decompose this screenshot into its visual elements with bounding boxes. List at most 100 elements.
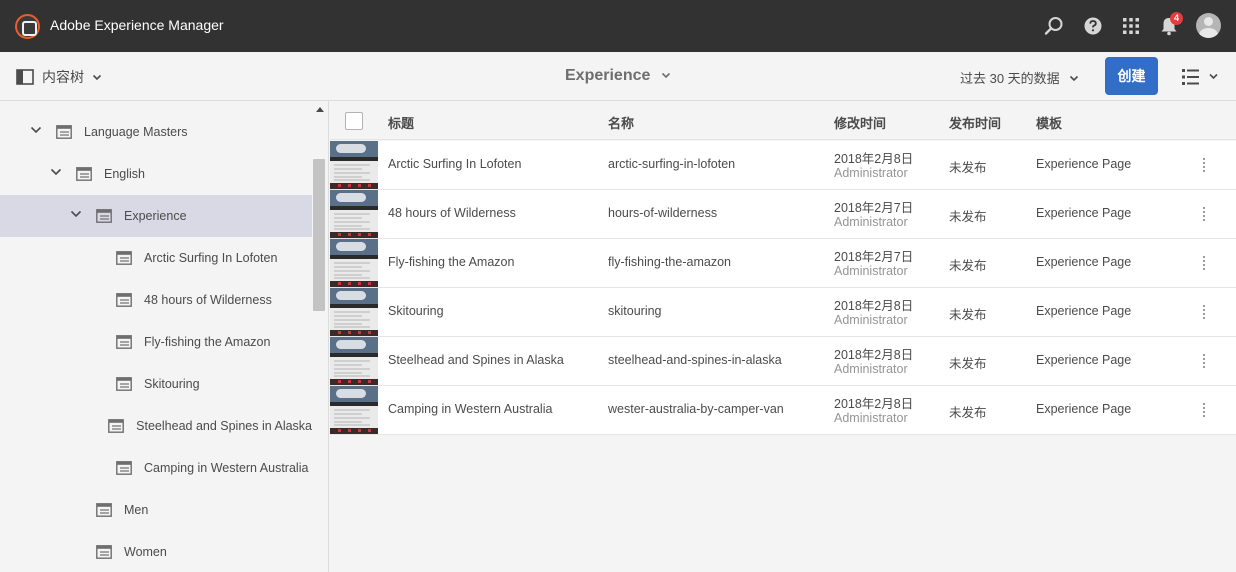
row-title: Camping in Western Australia (388, 402, 553, 416)
chevron-down-icon[interactable] (30, 123, 42, 141)
notification-badge[interactable]: 4 (1170, 12, 1183, 25)
scroll-up-arrow-icon[interactable] (316, 107, 324, 112)
row-template: Experience Page (1036, 402, 1132, 416)
solutions-grid-icon[interactable] (1121, 16, 1141, 36)
column-header-modified[interactable]: 修改时间 (834, 113, 886, 132)
row-published-status: 未发布 (949, 357, 987, 371)
page-icon (116, 461, 132, 475)
row-modified-by: Administrator (834, 411, 908, 425)
tree-item[interactable]: Women (0, 531, 312, 572)
page-thumbnail[interactable] (330, 239, 378, 287)
page-icon (96, 545, 112, 559)
tree-item[interactable]: Camping in Western Australia (0, 447, 312, 489)
tree-item[interactable]: Men (0, 489, 312, 531)
row-name: skitouring (608, 304, 662, 318)
page-icon (116, 251, 132, 265)
row-modified-by: Administrator (834, 166, 908, 180)
tree-item[interactable]: Skitouring (0, 363, 312, 405)
table-row[interactable]: 48 hours of Wilderness hours-of-wildernes… (330, 190, 1236, 239)
row-name: fly-fishing-the-amazon (608, 255, 731, 269)
page-icon (96, 503, 112, 517)
page-thumbnail[interactable] (330, 190, 378, 238)
table-row[interactable]: Fly-fishing the Amazon fly-fishing-the-am… (330, 239, 1236, 288)
global-header: Adobe Experience Manager 4 (0, 0, 1236, 52)
app-title[interactable]: Adobe Experience Manager (50, 17, 224, 33)
page-icon (116, 335, 132, 349)
row-published-status: 未发布 (949, 161, 987, 175)
tree-item[interactable]: Arctic Surfing In Lofoten (0, 237, 312, 279)
column-header-title[interactable]: 标题 (388, 113, 414, 132)
row-modified-date: 2018年2月7日 (834, 201, 914, 215)
tree-item-label: Arctic Surfing In Lofoten (144, 251, 278, 265)
row-template: Experience Page (1036, 353, 1132, 367)
action-bar: 内容树 Experience 过去 30 天的数据 创建 (0, 52, 1236, 101)
more-actions-icon[interactable] (1203, 256, 1207, 270)
help-icon[interactable] (1083, 16, 1103, 36)
tree-item-label: Men (124, 503, 149, 517)
table-header: 标题 名称 修改时间 发布时间 模板 (330, 101, 1236, 140)
page-icon (108, 419, 125, 433)
tree-item[interactable]: Steelhead and Spines in Alaska (0, 405, 312, 447)
page-icon (56, 125, 72, 139)
more-actions-icon[interactable] (1203, 403, 1207, 417)
row-template: Experience Page (1036, 157, 1132, 171)
rail-toggle-button[interactable]: 内容树 (16, 68, 102, 86)
rail-panel-icon (16, 69, 34, 85)
rail-scrollbar[interactable] (313, 159, 325, 311)
row-name: steelhead-and-spines-in-alaska (608, 353, 782, 367)
tree-item-label: Steelhead and Spines in Alaska (136, 419, 312, 433)
row-published-status: 未发布 (949, 308, 987, 322)
chevron-down-icon[interactable] (50, 165, 62, 183)
row-modified-date: 2018年2月8日 (834, 152, 914, 166)
page-thumbnail[interactable] (330, 288, 378, 336)
date-range-select[interactable]: 过去 30 天的数据 (960, 68, 1079, 87)
chevron-down-icon[interactable] (70, 207, 82, 225)
list-view-icon (1182, 69, 1218, 85)
table-row[interactable]: Skitouring skitouring 2018年2月8日 Administrat… (330, 288, 1236, 337)
row-title: Skitouring (388, 304, 444, 318)
row-published-status: 未发布 (949, 406, 987, 420)
row-template: Experience Page (1036, 255, 1132, 269)
tree-item-label: English (104, 167, 145, 181)
tree-item-label: Skitouring (144, 377, 200, 391)
date-range-label: 过去 30 天的数据 (960, 71, 1060, 86)
aem-logo-icon[interactable] (15, 14, 40, 39)
table-row[interactable]: Camping in Western Australia wester-austr… (330, 386, 1236, 435)
tree-item-label: Fly-fishing the Amazon (144, 335, 271, 349)
tree-item[interactable]: Experience (0, 195, 312, 237)
page-thumbnail[interactable] (330, 141, 378, 189)
chevron-down-icon (1070, 75, 1079, 82)
content-tree-rail: Language Masters English Experience Arctic … (0, 101, 329, 572)
page-title: Experience (565, 67, 651, 84)
create-button[interactable]: 创建 (1105, 57, 1158, 95)
select-all-checkbox[interactable] (345, 112, 363, 130)
search-icon[interactable] (1044, 16, 1064, 36)
row-title: Steelhead and Spines in Alaska (388, 353, 564, 367)
table-row[interactable]: Steelhead and Spines in Alaska steelhead-… (330, 337, 1236, 386)
row-title: 48 hours of Wilderness (388, 206, 516, 220)
tree-item[interactable]: Language Masters (0, 111, 312, 153)
breadcrumb-title[interactable]: Experience (565, 67, 671, 85)
more-actions-icon[interactable] (1203, 305, 1207, 319)
more-actions-icon[interactable] (1203, 158, 1207, 172)
row-name: wester-australia-by-camper-van (608, 402, 784, 416)
tree-item-label: 48 hours of Wilderness (144, 293, 272, 307)
more-actions-icon[interactable] (1203, 354, 1207, 368)
column-header-template[interactable]: 模板 (1036, 113, 1062, 132)
column-header-name[interactable]: 名称 (608, 113, 634, 132)
row-modified-date: 2018年2月8日 (834, 299, 914, 313)
user-avatar-icon[interactable] (1196, 13, 1221, 38)
row-modified-by: Administrator (834, 313, 908, 327)
row-title: Fly-fishing the Amazon (388, 255, 515, 269)
tree-item[interactable]: 48 hours of Wilderness (0, 279, 312, 321)
chevron-down-icon (92, 74, 102, 81)
page-thumbnail[interactable] (330, 337, 378, 385)
column-header-published[interactable]: 发布时间 (949, 113, 1001, 132)
page-thumbnail[interactable] (330, 386, 378, 434)
table-row[interactable]: Arctic Surfing In Lofoten arctic-surfing-… (330, 141, 1236, 190)
row-published-status: 未发布 (949, 259, 987, 273)
tree-item[interactable]: Fly-fishing the Amazon (0, 321, 312, 363)
view-switcher[interactable] (1182, 68, 1219, 91)
tree-item[interactable]: English (0, 153, 312, 195)
more-actions-icon[interactable] (1203, 207, 1207, 221)
